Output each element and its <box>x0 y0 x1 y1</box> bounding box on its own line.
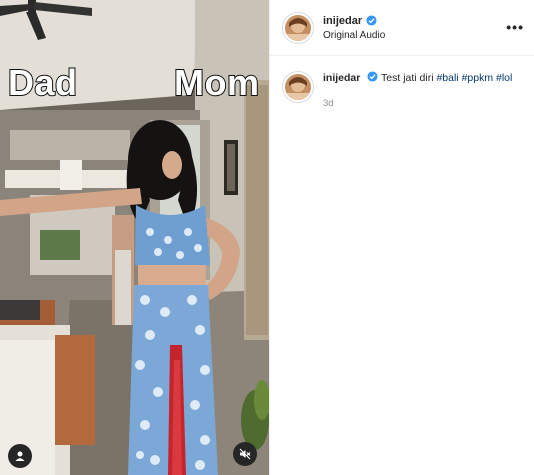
hashtag-link[interactable]: #ppkm <box>462 72 494 84</box>
more-options-icon: ••• <box>506 19 524 35</box>
user-tag-icon <box>15 451 25 461</box>
more-options-button[interactable]: ••• <box>506 19 524 35</box>
avatar-image <box>285 14 311 41</box>
overlay-text-mom: Mom <box>173 61 260 104</box>
post-timestamp[interactable]: 3d <box>323 97 513 111</box>
verified-badge-icon <box>366 15 377 26</box>
author-username[interactable]: inijedar <box>323 15 362 27</box>
author-avatar[interactable] <box>282 11 314 44</box>
avatar-photo <box>285 14 311 41</box>
caption-author-avatar[interactable] <box>282 71 314 103</box>
audio-link[interactable]: Original Audio <box>323 30 385 41</box>
avatar-image <box>285 74 311 100</box>
post-dialog: Dad Mom inijedar Original Audio ••• inij… <box>0 0 534 475</box>
speaker-muted-icon <box>239 448 251 460</box>
verified-badge-icon <box>367 71 378 82</box>
tagged-users-button[interactable] <box>8 444 32 468</box>
caption-text: Test jati diri <box>381 72 434 84</box>
caption-username[interactable]: inijedar <box>323 72 360 84</box>
hashtag-link[interactable]: #bali <box>436 72 458 84</box>
avatar-photo <box>285 74 311 100</box>
post-header: inijedar Original Audio ••• <box>270 0 534 56</box>
audio-toggle-button[interactable] <box>233 442 257 466</box>
overlay-text-dad: Dad <box>7 61 78 104</box>
post-video[interactable]: Dad Mom <box>0 0 269 475</box>
caption-comment: inijedar Test jati diri #bali #ppkm #lol… <box>270 56 534 111</box>
hashtag-link[interactable]: #lol <box>496 72 512 84</box>
post-details-panel: inijedar Original Audio ••• inijedar Tes… <box>269 0 534 475</box>
